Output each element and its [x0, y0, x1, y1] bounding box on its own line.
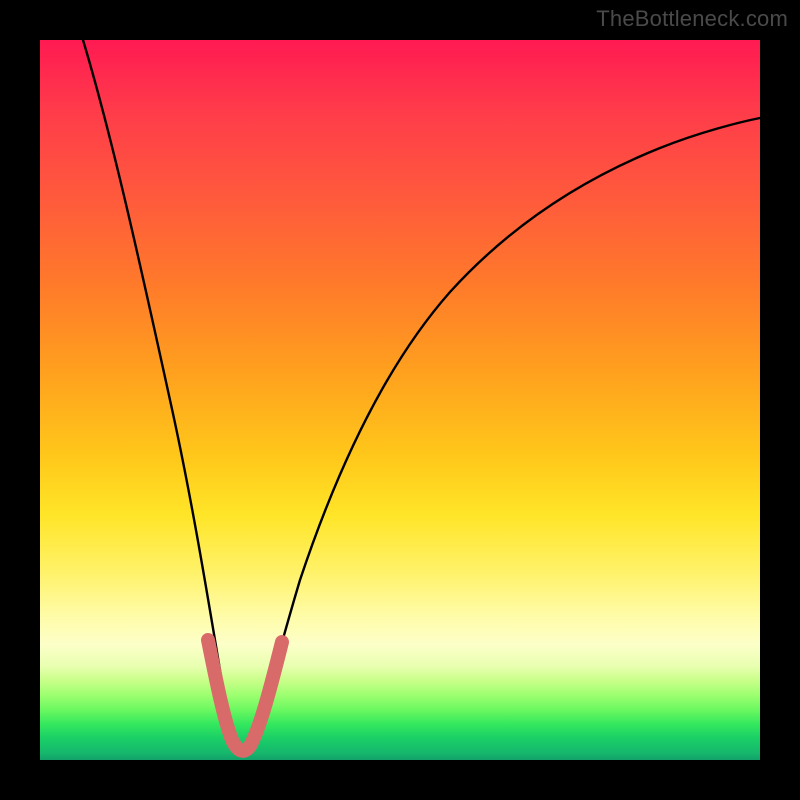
chart-svg [40, 40, 760, 760]
bottleneck-curve [83, 40, 760, 750]
chart-frame: TheBottleneck.com [0, 0, 800, 800]
watermark-text: TheBottleneck.com [596, 6, 788, 32]
highlight-near-minimum [208, 640, 282, 751]
